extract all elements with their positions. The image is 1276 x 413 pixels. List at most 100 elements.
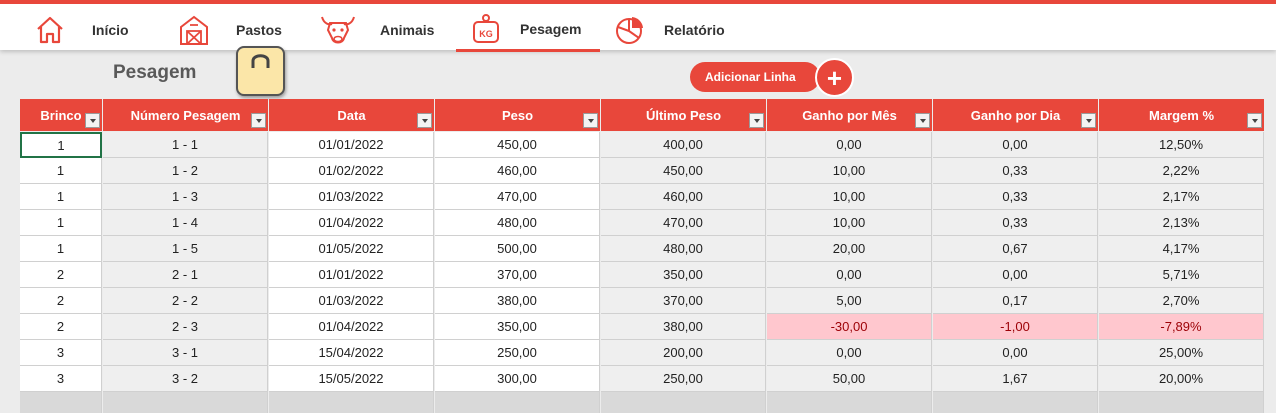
cell-peso[interactable]: 370,00 <box>435 262 600 288</box>
cell-numero-pesagem[interactable]: 2 - 3 <box>103 314 268 340</box>
cell-data[interactable]: 15/05/2022 <box>269 366 434 392</box>
cell-ganho-por-dia[interactable]: 1,67 <box>933 366 1098 392</box>
add-row-button[interactable]: Adicionar Linha <box>690 62 820 92</box>
cell-ultimo-peso[interactable]: 460,00 <box>601 184 766 210</box>
cell-margem[interactable]: -7,89% <box>1099 314 1264 340</box>
cell-ultimo-peso[interactable]: 200,00 <box>601 340 766 366</box>
cell-margem[interactable]: 2,22% <box>1099 158 1264 184</box>
cell-ganho-por-dia[interactable]: 0,00 <box>933 132 1098 158</box>
cell-ultimo-peso[interactable]: 470,00 <box>601 210 766 236</box>
cell-data[interactable]: 01/02/2022 <box>269 158 434 184</box>
cell-ganho-por-mes[interactable]: 0,00 <box>767 132 932 158</box>
nav-item-relatorio[interactable]: Relatório <box>610 8 725 52</box>
cell-margem[interactable]: 4,17% <box>1099 236 1264 262</box>
cell-data[interactable]: 15/04/2022 <box>269 340 434 366</box>
cell-ganho-por-mes[interactable]: 0,00 <box>767 262 932 288</box>
column-header-ganho-por-dia[interactable]: Ganho por Dia <box>933 99 1098 131</box>
filter-dropdown-icon[interactable] <box>915 113 930 128</box>
cell-brinco[interactable]: 2 <box>20 288 102 314</box>
filter-dropdown-icon[interactable] <box>251 113 266 128</box>
column-header-peso[interactable]: Peso <box>435 99 600 131</box>
lock-icon[interactable] <box>236 46 285 96</box>
cell-margem[interactable]: 20,00% <box>1099 366 1264 392</box>
cell-data[interactable]: 01/03/2022 <box>269 184 434 210</box>
empty-cell[interactable] <box>269 392 434 413</box>
cell-ganho-por-dia[interactable]: 0,17 <box>933 288 1098 314</box>
column-header-brinco[interactable]: Brinco <box>20 99 102 131</box>
cell-brinco[interactable]: 1 <box>20 210 102 236</box>
cell-numero-pesagem[interactable]: 3 - 1 <box>103 340 268 366</box>
column-header-margem[interactable]: Margem % <box>1099 99 1264 131</box>
cell-numero-pesagem[interactable]: 2 - 1 <box>103 262 268 288</box>
cell-numero-pesagem[interactable]: 2 - 2 <box>103 288 268 314</box>
cell-margem[interactable]: 12,50% <box>1099 132 1264 158</box>
empty-cell[interactable] <box>601 392 766 413</box>
cell-ganho-por-mes[interactable]: 20,00 <box>767 236 932 262</box>
column-header-numero-pesagem[interactable]: Número Pesagem <box>103 99 268 131</box>
cell-data[interactable]: 01/05/2022 <box>269 236 434 262</box>
cell-ganho-por-mes[interactable]: 0,00 <box>767 340 932 366</box>
cell-margem[interactable]: 2,70% <box>1099 288 1264 314</box>
nav-item-animais[interactable]: Animais <box>318 8 434 52</box>
empty-cell[interactable] <box>20 392 102 413</box>
cell-brinco[interactable]: 3 <box>20 366 102 392</box>
cell-peso[interactable]: 300,00 <box>435 366 600 392</box>
cell-ultimo-peso[interactable]: 370,00 <box>601 288 766 314</box>
empty-cell[interactable] <box>767 392 932 413</box>
cell-brinco[interactable]: 1 <box>20 236 102 262</box>
cell-peso[interactable]: 380,00 <box>435 288 600 314</box>
cell-numero-pesagem[interactable]: 1 - 3 <box>103 184 268 210</box>
cell-ultimo-peso[interactable]: 450,00 <box>601 158 766 184</box>
cell-data[interactable]: 01/03/2022 <box>269 288 434 314</box>
cell-numero-pesagem[interactable]: 1 - 5 <box>103 236 268 262</box>
cell-ultimo-peso[interactable]: 250,00 <box>601 366 766 392</box>
cell-ganho-por-mes[interactable]: 10,00 <box>767 210 932 236</box>
cell-peso[interactable]: 350,00 <box>435 314 600 340</box>
cell-margem[interactable]: 25,00% <box>1099 340 1264 366</box>
cell-ganho-por-mes[interactable]: 10,00 <box>767 158 932 184</box>
cell-ganho-por-dia[interactable]: 0,33 <box>933 184 1098 210</box>
cell-ganho-por-mes[interactable]: 50,00 <box>767 366 932 392</box>
cell-brinco[interactable]: 2 <box>20 262 102 288</box>
column-header-ganho-por-mes[interactable]: Ganho por Mês <box>767 99 932 131</box>
cell-numero-pesagem[interactable]: 1 - 2 <box>103 158 268 184</box>
empty-cell[interactable] <box>103 392 268 413</box>
empty-cell[interactable] <box>435 392 600 413</box>
filter-dropdown-icon[interactable] <box>1081 113 1096 128</box>
cell-margem[interactable]: 5,71% <box>1099 262 1264 288</box>
cell-numero-pesagem[interactable]: 1 - 1 <box>103 132 268 158</box>
filter-dropdown-icon[interactable] <box>583 113 598 128</box>
cell-brinco[interactable]: 1 <box>20 158 102 184</box>
cell-ganho-por-mes[interactable]: 5,00 <box>767 288 932 314</box>
cell-margem[interactable]: 2,17% <box>1099 184 1264 210</box>
cell-ganho-por-dia[interactable]: 0,00 <box>933 262 1098 288</box>
cell-peso[interactable]: 470,00 <box>435 184 600 210</box>
filter-dropdown-icon[interactable] <box>1247 113 1262 128</box>
cell-ganho-por-dia[interactable]: -1,00 <box>933 314 1098 340</box>
cell-brinco[interactable]: 1 <box>20 184 102 210</box>
filter-dropdown-icon[interactable] <box>85 113 100 128</box>
empty-cell[interactable] <box>933 392 1098 413</box>
add-row-plus-button[interactable]: + <box>815 58 854 97</box>
cell-ganho-por-mes[interactable]: 10,00 <box>767 184 932 210</box>
filter-dropdown-icon[interactable] <box>749 113 764 128</box>
cell-ultimo-peso[interactable]: 480,00 <box>601 236 766 262</box>
column-header-ultimo-peso[interactable]: Último Peso <box>601 99 766 131</box>
cell-ganho-por-dia[interactable]: 0,33 <box>933 158 1098 184</box>
nav-item-inicio[interactable]: Início <box>30 8 129 52</box>
cell-data[interactable]: 01/01/2022 <box>269 132 434 158</box>
cell-peso[interactable]: 460,00 <box>435 158 600 184</box>
cell-ganho-por-dia[interactable]: 0,00 <box>933 340 1098 366</box>
cell-brinco[interactable]: 2 <box>20 314 102 340</box>
cell-ganho-por-dia[interactable]: 0,67 <box>933 236 1098 262</box>
cell-data[interactable]: 01/04/2022 <box>269 314 434 340</box>
cell-numero-pesagem[interactable]: 1 - 4 <box>103 210 268 236</box>
cell-ganho-por-dia[interactable]: 0,33 <box>933 210 1098 236</box>
cell-ganho-por-mes[interactable]: -30,00 <box>767 314 932 340</box>
nav-item-pesagem[interactable]: KG Pesagem <box>456 8 600 52</box>
cell-ultimo-peso[interactable]: 350,00 <box>601 262 766 288</box>
empty-cell[interactable] <box>1099 392 1264 413</box>
column-header-data[interactable]: Data <box>269 99 434 131</box>
cell-margem[interactable]: 2,13% <box>1099 210 1264 236</box>
cell-ultimo-peso[interactable]: 380,00 <box>601 314 766 340</box>
